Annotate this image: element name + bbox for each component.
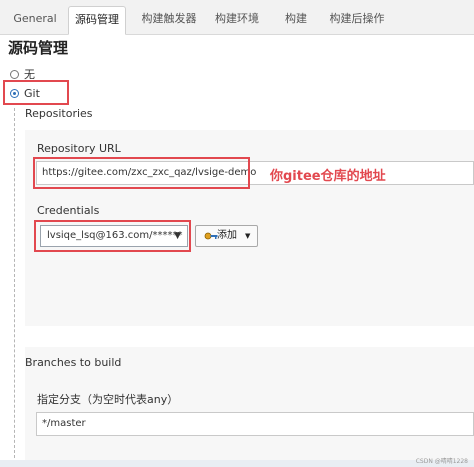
tab-source-code-management[interactable]: 源码管理 — [68, 6, 126, 35]
tab-post-build-actions[interactable]: 构建后操作 — [322, 6, 392, 34]
tab-general[interactable]: General — [6, 6, 64, 34]
repository-url-label: Repository URL — [37, 142, 121, 155]
git-section-divider — [14, 108, 15, 458]
section-title: 源码管理 — [8, 39, 69, 57]
scm-option-git[interactable]: Git — [10, 87, 40, 100]
branches-heading: Branches to build — [25, 356, 122, 369]
watermark: CSDN @晴晴1228 — [415, 458, 468, 465]
credentials-highlight — [34, 220, 191, 252]
repositories-heading: Repositories — [25, 107, 93, 120]
tab-build[interactable]: 构建 — [274, 6, 318, 34]
caret-down-icon: ▼ — [245, 232, 251, 240]
branch-specifier-input[interactable]: */master — [36, 412, 474, 436]
branch-specifier-label: 指定分支（为空时代表any） — [37, 393, 179, 406]
scm-option-git-label: Git — [24, 87, 40, 100]
radio-git-icon[interactable] — [10, 89, 19, 98]
tab-build-environment[interactable]: 构建环境 — [208, 6, 266, 34]
credentials-label: Credentials — [37, 204, 100, 217]
radio-none-icon[interactable] — [10, 70, 19, 79]
repository-url-highlight — [33, 157, 250, 189]
bottom-bar — [0, 460, 474, 467]
url-annotation: 你gitee仓库的地址 — [270, 169, 386, 184]
key-icon — [204, 232, 218, 240]
tab-build-triggers[interactable]: 构建触发器 — [134, 6, 204, 34]
add-credentials-button[interactable]: 添加 ▼ — [195, 225, 258, 247]
add-button-label: 添加 — [217, 230, 237, 241]
tab-bar: General 源码管理 构建触发器 构建环境 构建 构建后操作 — [0, 0, 474, 35]
